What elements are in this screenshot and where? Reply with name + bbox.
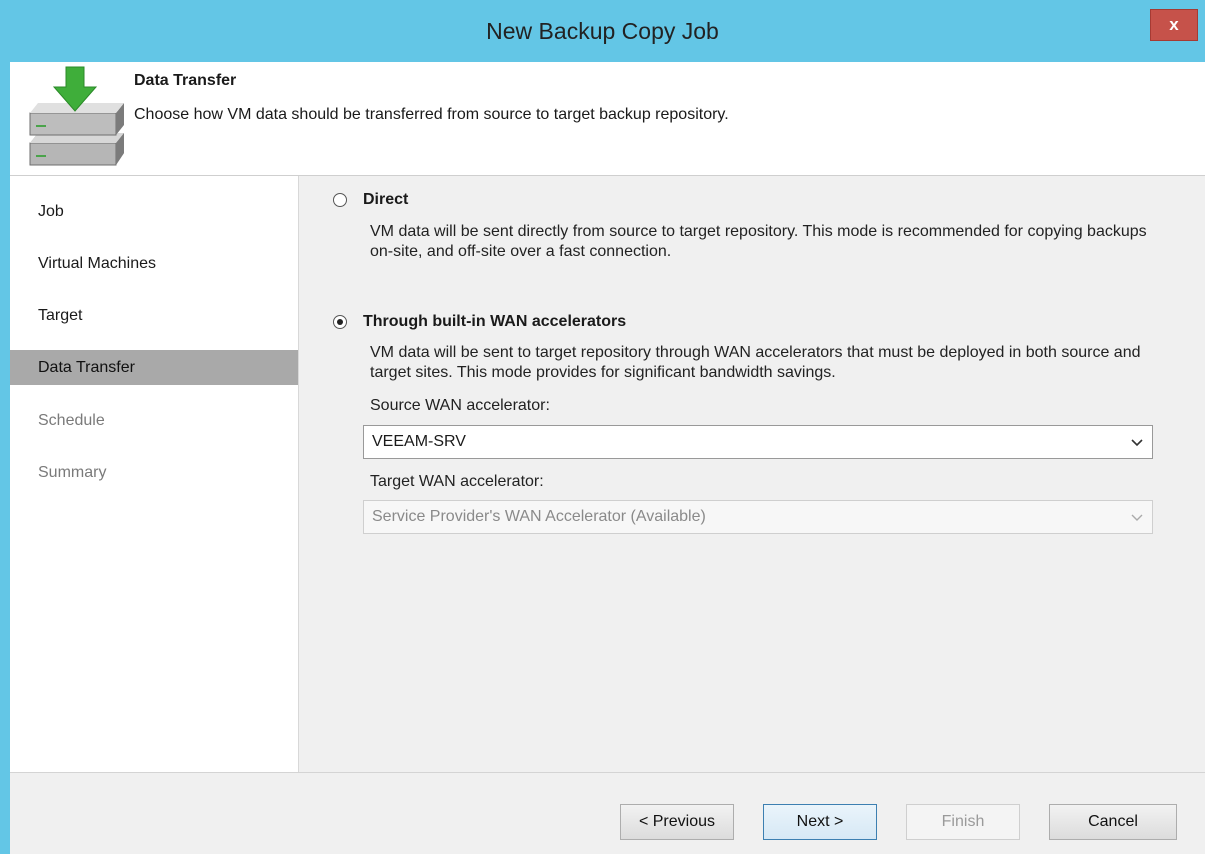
- dialog-client-area: Data Transfer Choose how VM data should …: [10, 62, 1205, 854]
- sidebar-item-label: Job: [38, 203, 64, 220]
- sidebar-item-summary: Summary: [10, 455, 298, 490]
- sidebar-item-label: Virtual Machines: [38, 255, 156, 272]
- window-title: New Backup Copy Job: [486, 18, 719, 44]
- next-button[interactable]: Next >: [763, 804, 877, 840]
- wizard-footer: < Previous Next > Finish Cancel: [10, 773, 1205, 854]
- sidebar-item-schedule: Schedule: [10, 403, 298, 438]
- close-button[interactable]: x: [1150, 9, 1198, 41]
- chevron-down-icon: [1131, 439, 1143, 447]
- direct-option[interactable]: Direct: [333, 191, 408, 209]
- wan-accelerators-label: Through built-in WAN accelerators: [363, 313, 627, 330]
- source-wan-label: Source WAN accelerator:: [370, 397, 550, 414]
- sidebar-item-label: Schedule: [38, 412, 105, 429]
- target-wan-select: Service Provider's WAN Accelerator (Avai…: [363, 500, 1153, 534]
- page-description: Choose how VM data should be transferred…: [134, 106, 729, 123]
- sidebar-item-label: Data Transfer: [38, 359, 135, 376]
- direct-radio[interactable]: [333, 193, 347, 207]
- direct-label: Direct: [363, 191, 409, 208]
- sidebar-item-job[interactable]: Job: [10, 194, 298, 229]
- sidebar-item-label: Target: [38, 307, 83, 324]
- finish-button: Finish: [906, 804, 1020, 840]
- previous-button[interactable]: < Previous: [620, 804, 734, 840]
- title-bar: New Backup Copy Job x: [0, 0, 1205, 62]
- direct-description: VM data will be sent directly from sourc…: [370, 223, 1147, 260]
- data-transfer-panel: Direct VM data will be sent directly fro…: [299, 176, 1205, 772]
- sidebar-item-target[interactable]: Target: [10, 298, 298, 333]
- target-wan-value: Service Provider's WAN Accelerator (Avai…: [372, 508, 706, 525]
- sidebar-item-label: Summary: [38, 464, 107, 481]
- wan-accelerators-option[interactable]: Through built-in WAN accelerators: [333, 313, 626, 331]
- dialog-window: New Backup Copy Job x Data Transfer Choo…: [0, 0, 1205, 854]
- target-wan-label: Target WAN accelerator:: [370, 473, 544, 490]
- wizard-steps-sidebar: Job Virtual Machines Target Data Transfe…: [10, 176, 299, 772]
- sidebar-item-virtual-machines[interactable]: Virtual Machines: [10, 246, 298, 281]
- source-wan-select[interactable]: VEEAM-SRV: [363, 425, 1153, 459]
- wizard-header: Data Transfer Choose how VM data should …: [10, 62, 1205, 175]
- page-title: Data Transfer: [134, 72, 237, 89]
- sidebar-item-data-transfer[interactable]: Data Transfer: [10, 350, 298, 385]
- backup-repository-icon: [29, 66, 124, 166]
- wan-accelerators-description: VM data will be sent to target repositor…: [370, 344, 1141, 381]
- chevron-down-icon: [1131, 514, 1143, 521]
- cancel-button[interactable]: Cancel: [1049, 804, 1177, 840]
- wan-accelerators-radio[interactable]: [333, 315, 347, 329]
- close-icon: x: [1169, 15, 1179, 34]
- source-wan-value: VEEAM-SRV: [372, 433, 466, 450]
